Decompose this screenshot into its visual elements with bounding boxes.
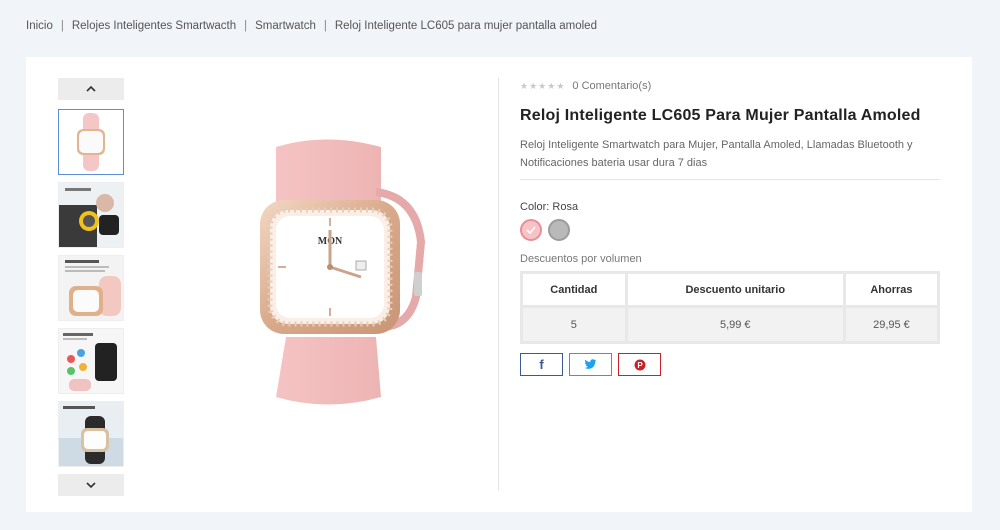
product-card: MON ★ ★ ★ ★ ★ 0 Comentario(s) Reloj Inte… <box>26 57 972 512</box>
volume-discounts-label: Descuentos por volumen <box>520 253 642 265</box>
gallery-up-button[interactable] <box>58 78 124 100</box>
color-swatch-rosa[interactable] <box>520 219 542 241</box>
watch-features-thumbnail-image <box>59 329 123 393</box>
breadcrumb-separator: | <box>323 20 327 32</box>
gallery-down-button[interactable] <box>58 474 124 496</box>
breadcrumb-subcategory[interactable]: Smartwatch <box>255 20 316 32</box>
chevron-up-icon <box>86 86 96 92</box>
twitter-icon <box>584 359 597 369</box>
table-header-row: Cantidad Descuento unitario Ahorras <box>523 274 937 305</box>
divider <box>520 179 940 180</box>
share-facebook-button[interactable]: f <box>520 353 563 376</box>
breadcrumb-home[interactable]: Inicio <box>26 20 53 32</box>
comments-link[interactable]: 0 Comentario(s) <box>572 80 651 92</box>
table-cell: 29,95 € <box>845 308 937 341</box>
vertical-divider <box>498 78 499 491</box>
watch-thumbnail-image <box>77 113 105 171</box>
watch-lifestyle-thumbnail-image <box>59 183 123 247</box>
pinterest-icon: P <box>634 359 645 370</box>
table-row: 5 5,99 € 29,95 € <box>523 308 937 341</box>
breadcrumb-category[interactable]: Relojes Inteligentes Smartwacth <box>72 20 236 32</box>
star-icon: ★ <box>556 80 565 91</box>
column-header: Descuento unitario <box>627 274 843 305</box>
share-buttons: f P <box>520 353 940 376</box>
share-twitter-button[interactable] <box>569 353 612 376</box>
product-info: ★ ★ ★ ★ ★ 0 Comentario(s) Reloj Intelige… <box>520 80 940 376</box>
product-title: Reloj Inteligente LC605 Para Mujer Panta… <box>520 107 921 124</box>
star-icon: ★ <box>547 80 556 91</box>
main-product-image[interactable]: MON <box>176 112 476 412</box>
watch-waterproof-thumbnail-image <box>59 402 123 466</box>
star-icon: ★ <box>520 80 529 91</box>
checkmark-icon <box>526 226 536 234</box>
thumbnail-5[interactable] <box>58 401 124 467</box>
breadcrumb-current: Reloj Inteligente LC605 para mujer panta… <box>334 20 597 32</box>
rating-stars: ★ ★ ★ ★ ★ <box>520 80 565 91</box>
share-pinterest-button[interactable]: P <box>618 353 661 376</box>
pinterest-glyph: P <box>637 361 643 370</box>
chevron-down-icon <box>86 482 96 488</box>
column-header: Ahorras <box>845 274 937 305</box>
table-cell: 5 <box>523 308 625 341</box>
facebook-icon: f <box>539 357 544 372</box>
star-icon: ★ <box>538 80 547 91</box>
watch-display-thumbnail-image <box>59 256 123 320</box>
breadcrumb-separator: | <box>244 20 248 32</box>
color-swatches <box>520 219 940 241</box>
thumbnail-2[interactable] <box>58 182 124 248</box>
product-description: Reloj Inteligente Smartwatch para Mujer,… <box>520 139 913 169</box>
volume-discounts-table: Cantidad Descuento unitario Ahorras 5 5,… <box>520 271 940 344</box>
thumbnail-4[interactable] <box>58 328 124 394</box>
thumbnail-gallery <box>58 78 124 496</box>
star-icon: ★ <box>529 80 538 91</box>
color-swatch-gris[interactable] <box>548 219 570 241</box>
breadcrumb: Inicio | Relojes Inteligentes Smartwacth… <box>26 20 597 32</box>
color-label: Color: Rosa <box>520 201 579 213</box>
rating-row: ★ ★ ★ ★ ★ 0 Comentario(s) <box>520 80 940 92</box>
column-header: Cantidad <box>523 274 625 305</box>
thumbnail-3[interactable] <box>58 255 124 321</box>
breadcrumb-separator: | <box>60 20 64 32</box>
thumbnail-1[interactable] <box>58 109 124 175</box>
pink-smartwatch-image: MON <box>260 139 426 405</box>
table-cell: 5,99 € <box>627 308 843 341</box>
